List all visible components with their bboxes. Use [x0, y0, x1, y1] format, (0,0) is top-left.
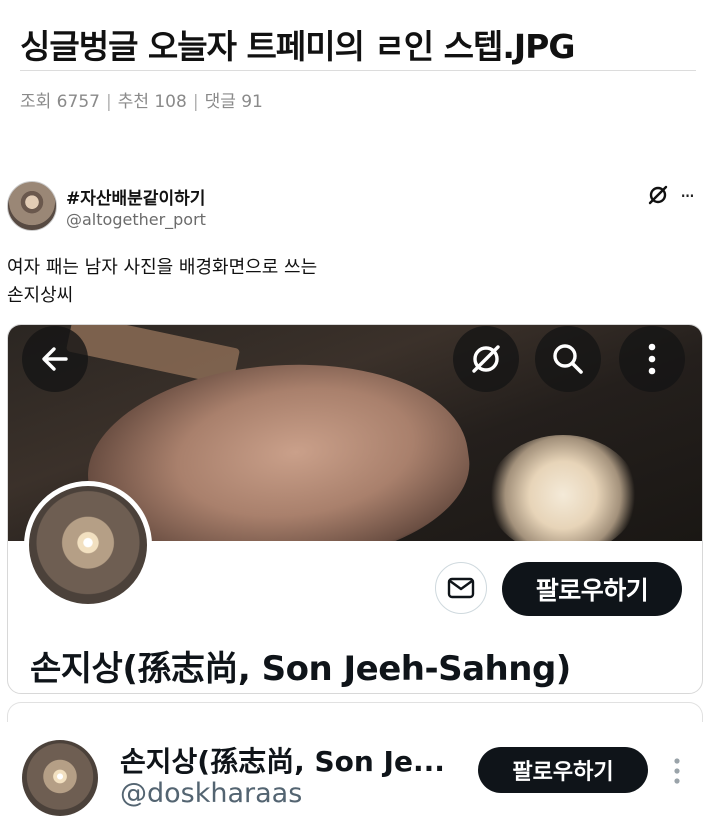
- profile-name: 손지상(孫志尚, Son Jeeh-Sahng): [30, 649, 571, 689]
- suggested-name[interactable]: 손지상(孫志尚, Son Je...: [120, 740, 460, 780]
- tweet-avatar[interactable]: [7, 181, 57, 231]
- views-count: 조회 6757: [20, 92, 100, 112]
- more-vertical-icon: [648, 343, 656, 375]
- back-button[interactable]: [22, 326, 88, 392]
- follow-button[interactable]: 팔로우하기: [502, 562, 682, 616]
- mail-icon: [447, 577, 475, 599]
- arrow-left-icon: [42, 347, 68, 371]
- suggested-avatar[interactable]: [22, 740, 98, 816]
- search-button[interactable]: [535, 326, 601, 392]
- meta-separator: |: [192, 92, 199, 112]
- x-slash-icon: [472, 345, 500, 373]
- profile-screenshot-card: 팔로우하기 손지상(孫志尚, Son Jeeh-Sahng): [7, 324, 703, 694]
- tweet-display-name[interactable]: #자산배분같이하기: [66, 184, 205, 209]
- suggested-handle[interactable]: @doskharaas: [120, 778, 302, 809]
- search-icon: [553, 344, 583, 374]
- header-x-button[interactable]: [453, 326, 519, 392]
- more-horizontal-icon[interactable]: ···: [680, 184, 695, 208]
- next-card-edge: [7, 702, 703, 722]
- suggested-follow-button[interactable]: 팔로우하기: [478, 747, 648, 793]
- profile-avatar[interactable]: [24, 481, 152, 609]
- message-button[interactable]: [435, 562, 487, 614]
- post-meta: 조회 6757 | 추천 108 | 댓글 91: [20, 87, 263, 112]
- comments-count: 댓글 91: [204, 92, 263, 112]
- recommend-count: 추천 108: [117, 92, 187, 112]
- menu-button[interactable]: [619, 326, 685, 392]
- tweet-text: 여자 패는 남자 사진을 배경화면으로 쓰는 손지상씨: [7, 257, 318, 306]
- meta-separator: |: [105, 92, 112, 112]
- x-slash-icon[interactable]: [646, 183, 670, 207]
- post-title: 싱글벙글 오늘자 트페미의 ㄹ인 스텝.JPG: [20, 27, 575, 66]
- more-vertical-icon[interactable]: [672, 756, 682, 786]
- tweet-handle[interactable]: @altogether_port: [66, 210, 206, 229]
- title-divider: [20, 70, 696, 71]
